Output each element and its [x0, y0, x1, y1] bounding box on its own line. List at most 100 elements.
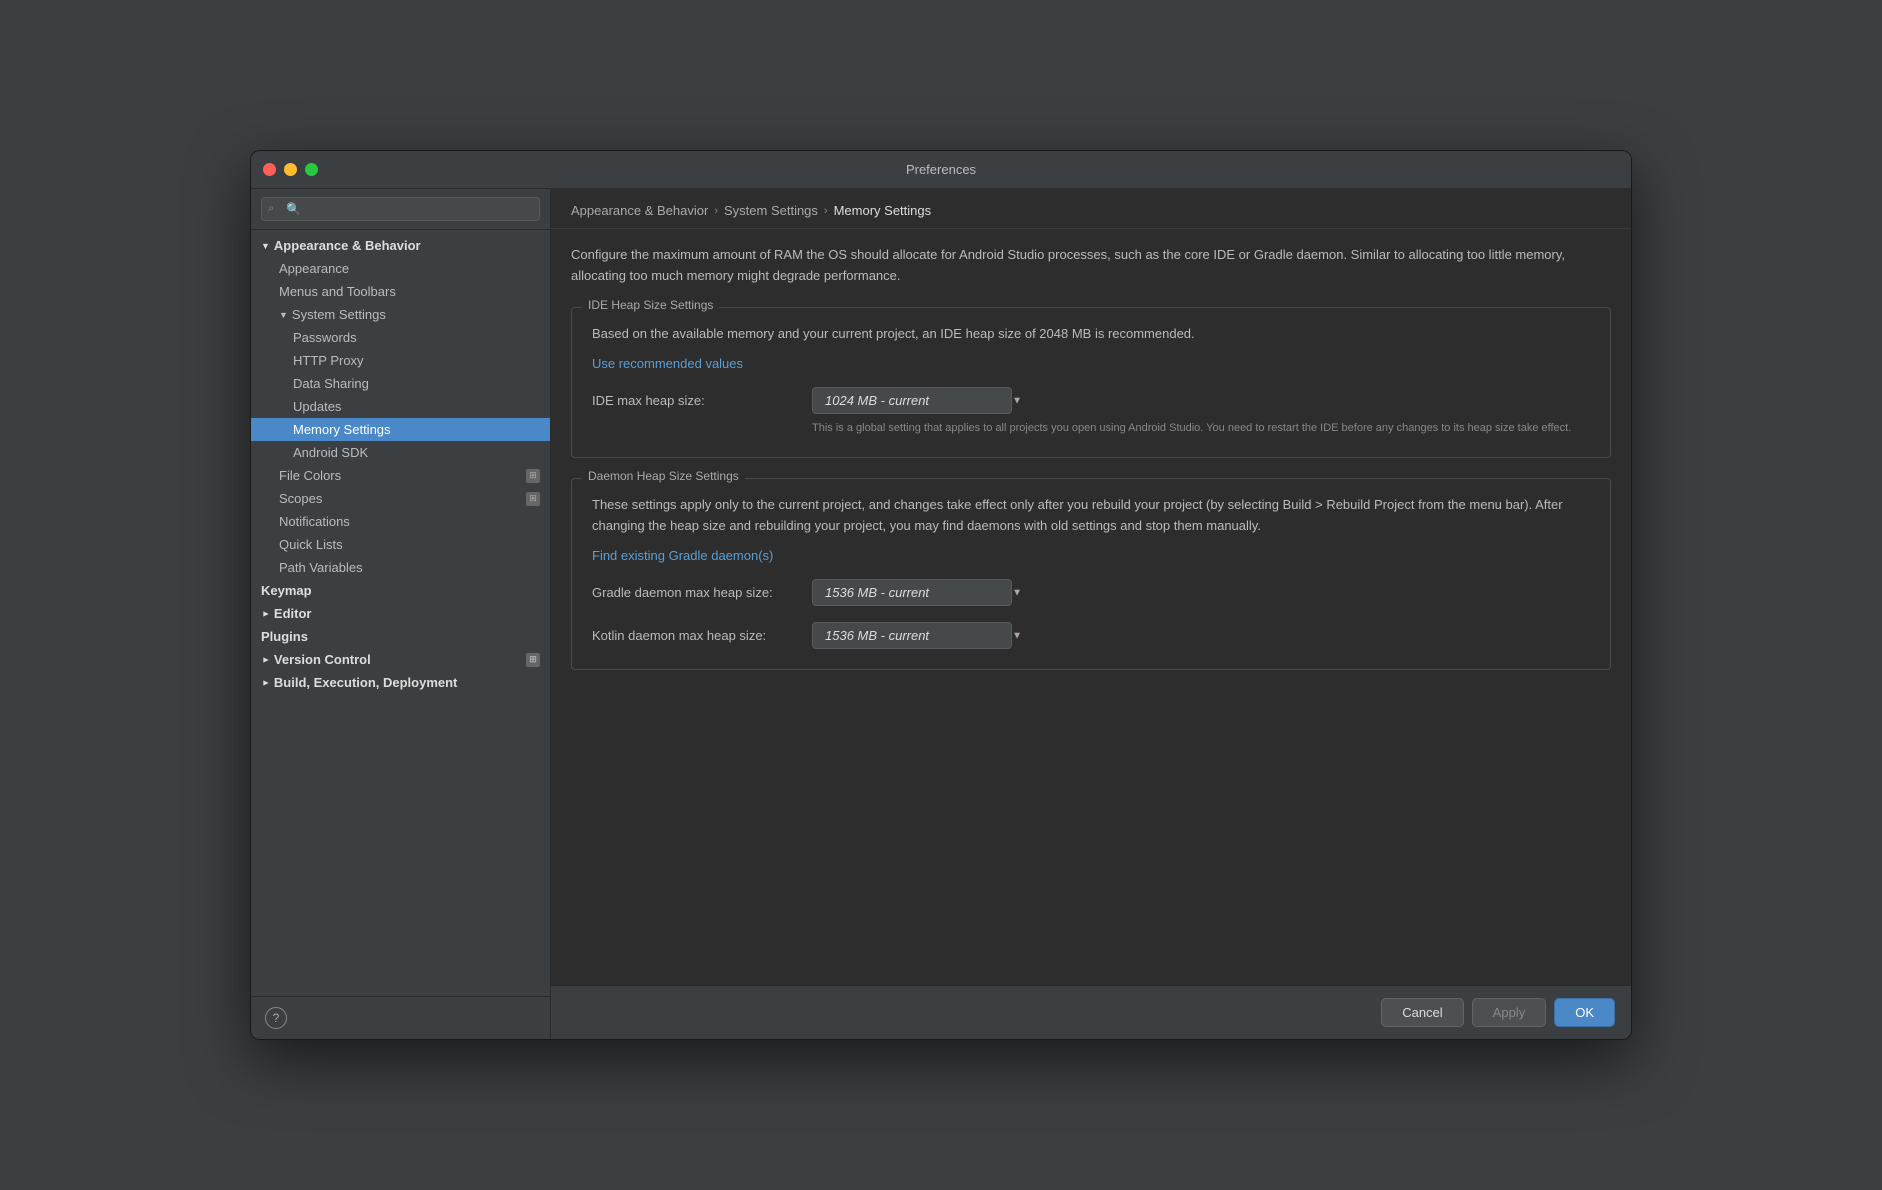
sidebar-item-memory-settings[interactable]: Memory Settings: [251, 418, 550, 441]
sidebar-item-label: Build, Execution, Deployment: [274, 675, 457, 690]
sidebar-item-quick-lists[interactable]: Quick Lists: [251, 533, 550, 556]
help-button[interactable]: ?: [265, 1007, 287, 1029]
sidebar-item-scopes[interactable]: Scopes ⊞: [251, 487, 550, 510]
sidebar-footer: ?: [251, 996, 550, 1039]
sidebar-item-label: Memory Settings: [293, 422, 391, 437]
sidebar-item-appearance[interactable]: Appearance: [251, 257, 550, 280]
daemon-heap-section-title: Daemon Heap Size Settings: [582, 469, 745, 483]
preferences-window: Preferences ⌕ ▼ Appearance & Behavior Ap…: [250, 150, 1632, 1040]
expand-icon: ▼: [260, 655, 270, 664]
sidebar-item-passwords[interactable]: Passwords: [251, 326, 550, 349]
use-recommended-link[interactable]: Use recommended values: [592, 356, 743, 371]
search-box: ⌕: [251, 189, 550, 230]
search-icon: ⌕: [268, 203, 274, 216]
sidebar-item-version-control[interactable]: ▼ Version Control ⊞: [251, 648, 550, 671]
sidebar-item-system-settings[interactable]: ▼ System Settings: [251, 303, 550, 326]
sidebar-item-label: Editor: [274, 606, 312, 621]
ide-heap-select-wrapper: 512 MB 750 MB 1024 MB - current 2048 MB …: [812, 387, 1032, 414]
sidebar-item-http-proxy[interactable]: HTTP Proxy: [251, 349, 550, 372]
settings-body: Configure the maximum amount of RAM the …: [551, 229, 1631, 985]
sidebar-item-plugins[interactable]: Plugins: [251, 625, 550, 648]
daemon-description: These settings apply only to the current…: [592, 495, 1590, 537]
expand-icon: ▼: [260, 609, 270, 618]
sidebar-item-keymap[interactable]: Keymap: [251, 579, 550, 602]
sidebar-item-label: Quick Lists: [279, 537, 343, 552]
sidebar-item-label: Data Sharing: [293, 376, 369, 391]
settings-icon: ⊞: [526, 469, 540, 483]
sidebar-nav: ▼ Appearance & Behavior Appearance Menus…: [251, 230, 550, 996]
sidebar-item-appearance-behavior[interactable]: ▼ Appearance & Behavior: [251, 234, 550, 257]
sidebar-item-path-variables[interactable]: Path Variables: [251, 556, 550, 579]
gradle-heap-select-wrapper: 512 MB 750 MB 1024 MB 1536 MB - current …: [812, 579, 1032, 606]
sidebar-item-file-colors[interactable]: File Colors ⊞: [251, 464, 550, 487]
sidebar-item-label: Passwords: [293, 330, 357, 345]
ide-heap-select[interactable]: 512 MB 750 MB 1024 MB - current 2048 MB …: [812, 387, 1012, 414]
kotlin-heap-setting-row: Kotlin daemon max heap size: 512 MB 750 …: [592, 622, 1590, 649]
ide-heap-hint: This is a global setting that applies to…: [812, 420, 1590, 437]
sidebar-item-build-execution[interactable]: ▼ Build, Execution, Deployment: [251, 671, 550, 694]
ide-heap-setting-row: IDE max heap size: 512 MB 750 MB 1024 MB…: [592, 387, 1590, 414]
ide-heap-section: IDE Heap Size Settings Based on the avai…: [571, 307, 1611, 458]
sidebar-item-label: Android SDK: [293, 445, 368, 460]
sidebar-item-label: Notifications: [279, 514, 350, 529]
sidebar-item-label: Appearance: [279, 261, 349, 276]
sidebar-item-label: File Colors: [279, 468, 341, 483]
ide-heap-section-title: IDE Heap Size Settings: [582, 298, 719, 312]
sidebar-item-label: HTTP Proxy: [293, 353, 364, 368]
sidebar-item-label: Menus and Toolbars: [279, 284, 396, 299]
sidebar-item-android-sdk[interactable]: Android SDK: [251, 441, 550, 464]
apply-button[interactable]: Apply: [1472, 998, 1547, 1027]
close-button[interactable]: [263, 163, 276, 176]
breadcrumb-arrow: ›: [714, 205, 718, 217]
window-title: Preferences: [906, 162, 976, 177]
sidebar-item-updates[interactable]: Updates: [251, 395, 550, 418]
kotlin-heap-select-wrapper: 512 MB 750 MB 1024 MB 1536 MB - current …: [812, 622, 1032, 649]
kotlin-heap-label: Kotlin daemon max heap size:: [592, 628, 792, 643]
daemon-heap-section: Daemon Heap Size Settings These settings…: [571, 478, 1611, 671]
main-content: Appearance & Behavior › System Settings …: [551, 189, 1631, 1039]
breadcrumb: Appearance & Behavior › System Settings …: [551, 189, 1631, 229]
sidebar-item-notifications[interactable]: Notifications: [251, 510, 550, 533]
sidebar-item-label: System Settings: [292, 307, 386, 322]
settings-icon: ⊞: [526, 492, 540, 506]
maximize-button[interactable]: [305, 163, 318, 176]
expand-icon: ▼: [279, 310, 288, 320]
search-wrapper: ⌕: [261, 197, 540, 221]
sidebar-item-label: Path Variables: [279, 560, 363, 575]
titlebar: Preferences: [251, 151, 1631, 189]
gradle-heap-select[interactable]: 512 MB 750 MB 1024 MB 1536 MB - current …: [812, 579, 1012, 606]
sidebar-item-label: Keymap: [261, 583, 312, 598]
minimize-button[interactable]: [284, 163, 297, 176]
window-controls: [263, 163, 318, 176]
kotlin-heap-select[interactable]: 512 MB 750 MB 1024 MB 1536 MB - current …: [812, 622, 1012, 649]
sidebar-item-label: Updates: [293, 399, 341, 414]
ide-heap-label: IDE max heap size:: [592, 393, 792, 408]
sidebar-item-menus-toolbars[interactable]: Menus and Toolbars: [251, 280, 550, 303]
breadcrumb-memory-settings: Memory Settings: [834, 203, 932, 218]
expand-icon: ▼: [260, 678, 270, 687]
ide-recommendation-text: Based on the available memory and your c…: [592, 324, 1590, 345]
breadcrumb-system-settings: System Settings: [724, 203, 818, 218]
sidebar-item-label: Appearance & Behavior: [274, 238, 421, 253]
settings-icon: ⊞: [526, 653, 540, 667]
gradle-heap-setting-row: Gradle daemon max heap size: 512 MB 750 …: [592, 579, 1590, 606]
sidebar-item-label: Scopes: [279, 491, 322, 506]
cancel-button[interactable]: Cancel: [1381, 998, 1463, 1027]
find-gradle-daemon-link[interactable]: Find existing Gradle daemon(s): [592, 548, 773, 563]
breadcrumb-arrow: ›: [824, 205, 828, 217]
daemon-heap-section-inner: These settings apply only to the current…: [572, 479, 1610, 670]
footer: Cancel Apply OK: [551, 985, 1631, 1039]
sidebar: ⌕ ▼ Appearance & Behavior Appearance Men…: [251, 189, 551, 1039]
sidebar-item-data-sharing[interactable]: Data Sharing: [251, 372, 550, 395]
search-input[interactable]: [261, 197, 540, 221]
breadcrumb-appearance-behavior: Appearance & Behavior: [571, 203, 708, 218]
expand-icon: ▼: [261, 241, 270, 251]
ok-button[interactable]: OK: [1554, 998, 1615, 1027]
page-description: Configure the maximum amount of RAM the …: [571, 245, 1611, 287]
sidebar-item-editor[interactable]: ▼ Editor: [251, 602, 550, 625]
sidebar-item-label: Version Control: [274, 652, 371, 667]
content-area: ⌕ ▼ Appearance & Behavior Appearance Men…: [251, 189, 1631, 1039]
sidebar-item-label: Plugins: [261, 629, 308, 644]
gradle-heap-label: Gradle daemon max heap size:: [592, 585, 792, 600]
ide-heap-section-inner: Based on the available memory and your c…: [572, 308, 1610, 457]
